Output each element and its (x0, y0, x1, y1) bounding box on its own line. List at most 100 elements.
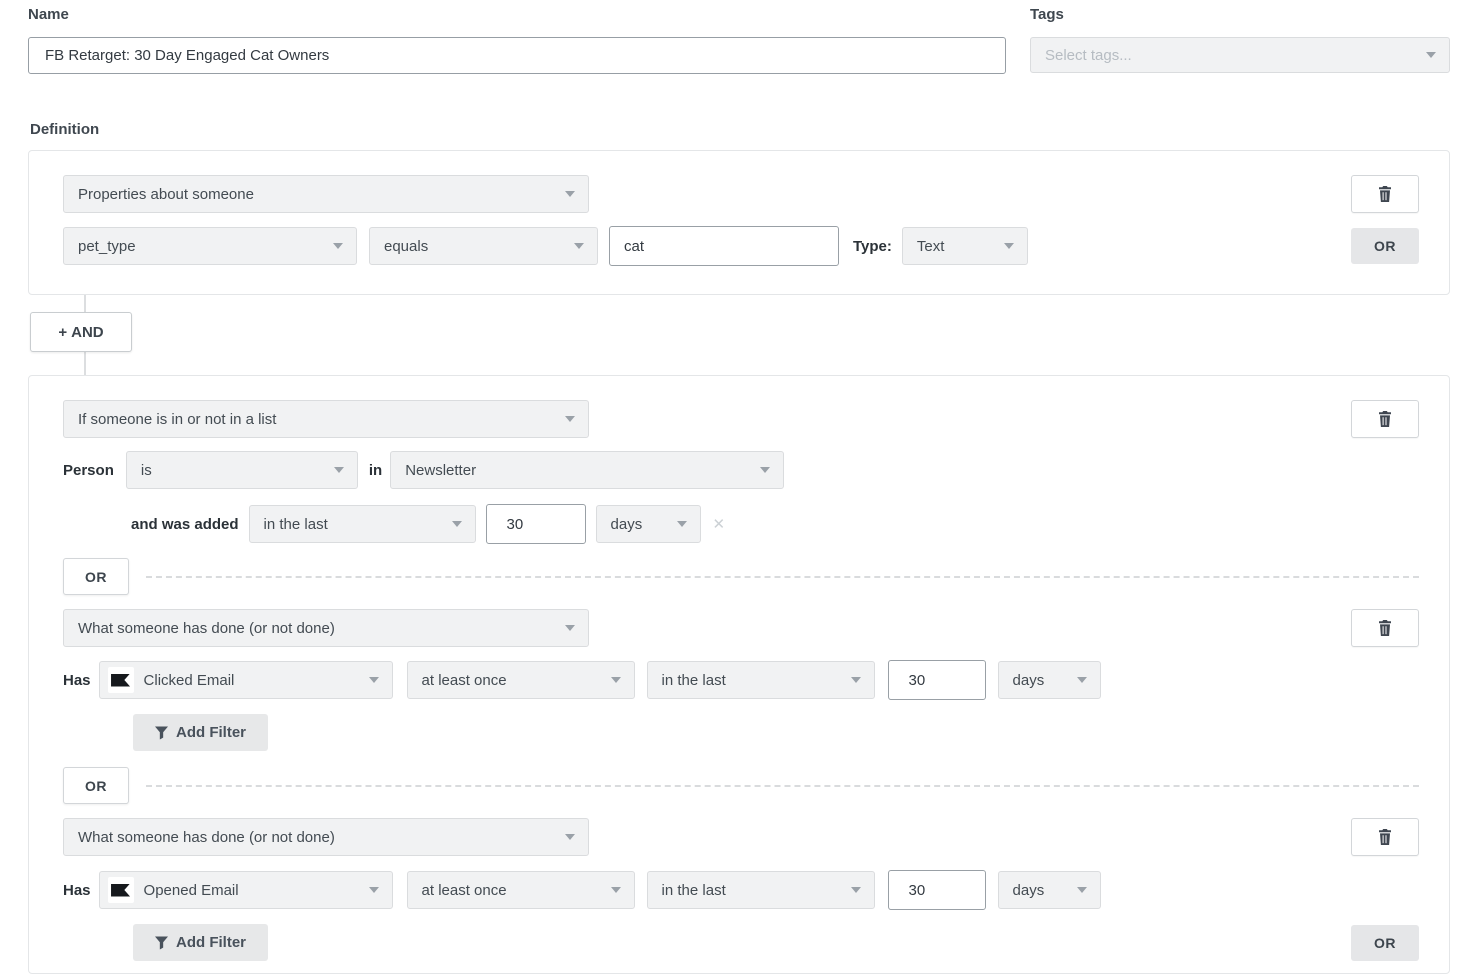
chevron-down-icon (1077, 887, 1087, 893)
funnel-icon (155, 936, 168, 950)
chevron-down-icon (851, 887, 861, 893)
metric-select[interactable]: Clicked Email (99, 661, 393, 699)
condition-category-select[interactable]: What someone has done (or not done) (63, 818, 589, 856)
timeframe-select[interactable]: in the last (647, 661, 875, 699)
in-label: in (369, 462, 382, 479)
property-select[interactable]: pet_type (63, 227, 357, 265)
delete-condition-button[interactable] (1351, 400, 1419, 438)
chevron-down-icon (574, 243, 584, 249)
membership-select[interactable]: is (126, 451, 358, 489)
unit-value: days (611, 516, 643, 533)
add-filter-button[interactable]: Add Filter (133, 714, 268, 751)
header-fields-row: Name Tags Select tags... (0, 0, 1464, 74)
chevron-down-icon (565, 834, 575, 840)
condition-category-select[interactable]: If someone is in or not in a list (63, 400, 589, 438)
timeframe-value: in the last (264, 516, 328, 533)
definition-label: Definition (30, 121, 1464, 138)
delete-condition-button[interactable] (1351, 609, 1419, 647)
chevron-down-icon (565, 625, 575, 631)
delete-condition-button[interactable] (1351, 175, 1419, 213)
operator-value: equals (384, 238, 428, 255)
tags-field-group: Tags Select tags... (1030, 6, 1450, 74)
quantity-input[interactable] (888, 870, 986, 910)
metric-value: Opened Email (144, 882, 239, 899)
add-filter-label: Add Filter (176, 934, 246, 951)
added-timeframe-label: and was added (131, 516, 239, 533)
chevron-down-icon (369, 677, 379, 683)
condition-category-select[interactable]: Properties about someone (63, 175, 589, 213)
type-label: Type: (853, 238, 892, 255)
condition-category-select[interactable]: What someone has done (or not done) (63, 609, 589, 647)
tags-placeholder: Select tags... (1045, 47, 1132, 64)
unit-select[interactable]: days (998, 661, 1101, 699)
type-select[interactable]: Text (902, 227, 1028, 265)
trash-icon (1378, 186, 1392, 202)
condition-category-value: What someone has done (or not done) (78, 829, 335, 846)
add-and-condition-button[interactable]: +AND (30, 312, 132, 352)
chevron-down-icon (1077, 677, 1087, 683)
klaviyo-flag-icon (108, 877, 134, 903)
add-filter-label: Add Filter (176, 724, 246, 741)
trash-icon (1378, 829, 1392, 845)
condition-category-value: Properties about someone (78, 186, 254, 203)
list-select[interactable]: Newsletter (390, 451, 784, 489)
or-button[interactable]: OR (63, 558, 129, 595)
chevron-down-icon (851, 677, 861, 683)
operator-select[interactable]: equals (369, 227, 598, 265)
plus-icon: + (58, 324, 67, 341)
and-connector: +AND (28, 295, 1464, 375)
name-field-group: Name (28, 6, 1006, 74)
type-value: Text (917, 238, 945, 255)
or-divider-line (146, 576, 1419, 578)
timeframe-select[interactable]: in the last (249, 505, 476, 543)
funnel-icon (155, 726, 168, 740)
chevron-down-icon (611, 677, 621, 683)
chevron-down-icon (611, 887, 621, 893)
frequency-value: at least once (422, 672, 507, 689)
frequency-select[interactable]: at least once (407, 661, 635, 699)
klaviyo-flag-icon (108, 667, 134, 693)
timeframe-value: in the last (662, 882, 726, 899)
metric-value: Clicked Email (144, 672, 235, 689)
or-button[interactable]: OR (63, 767, 129, 804)
add-or-condition-button[interactable]: OR (1351, 925, 1419, 961)
chevron-down-icon (565, 416, 575, 422)
segment-builder-page: Name Tags Select tags... Definition Prop… (0, 0, 1464, 980)
name-label: Name (28, 6, 1006, 24)
chevron-down-icon (1004, 243, 1014, 249)
timeframe-value: in the last (662, 672, 726, 689)
frequency-value: at least once (422, 882, 507, 899)
condition-category-value: If someone is in or not in a list (78, 411, 276, 428)
chevron-down-icon (677, 521, 687, 527)
list-value: Newsletter (405, 462, 476, 479)
membership-value: is (141, 462, 152, 479)
has-label: Has (63, 882, 91, 899)
unit-value: days (1013, 882, 1045, 899)
unit-select[interactable]: days (998, 871, 1101, 909)
person-label: Person (63, 462, 114, 479)
condition-category-value: What someone has done (or not done) (78, 620, 335, 637)
quantity-input[interactable] (486, 504, 586, 544)
and-button-label: AND (71, 324, 104, 341)
delete-condition-button[interactable] (1351, 818, 1419, 856)
has-label: Has (63, 672, 91, 689)
condition-block-properties: Properties about someone pet_type (28, 150, 1450, 295)
trash-icon (1378, 620, 1392, 636)
property-value-input[interactable] (609, 226, 839, 266)
timeframe-select[interactable]: in the last (647, 871, 875, 909)
tags-label: Tags (1030, 6, 1450, 24)
name-input[interactable] (28, 37, 1006, 74)
tags-select[interactable]: Select tags... (1030, 37, 1450, 73)
add-filter-button[interactable]: Add Filter (133, 924, 268, 961)
add-or-condition-button[interactable]: OR (1351, 228, 1419, 264)
quantity-input[interactable] (888, 660, 986, 700)
metric-select[interactable]: Opened Email (99, 871, 393, 909)
chevron-down-icon (565, 191, 575, 197)
unit-select[interactable]: days (596, 505, 701, 543)
remove-timeframe-icon[interactable]: ✕ (713, 515, 726, 533)
frequency-select[interactable]: at least once (407, 871, 635, 909)
chevron-down-icon (1426, 52, 1436, 58)
condition-block-group: If someone is in or not in a list Person… (28, 375, 1450, 974)
or-divider: OR (63, 767, 1419, 804)
or-divider: OR (63, 558, 1419, 595)
